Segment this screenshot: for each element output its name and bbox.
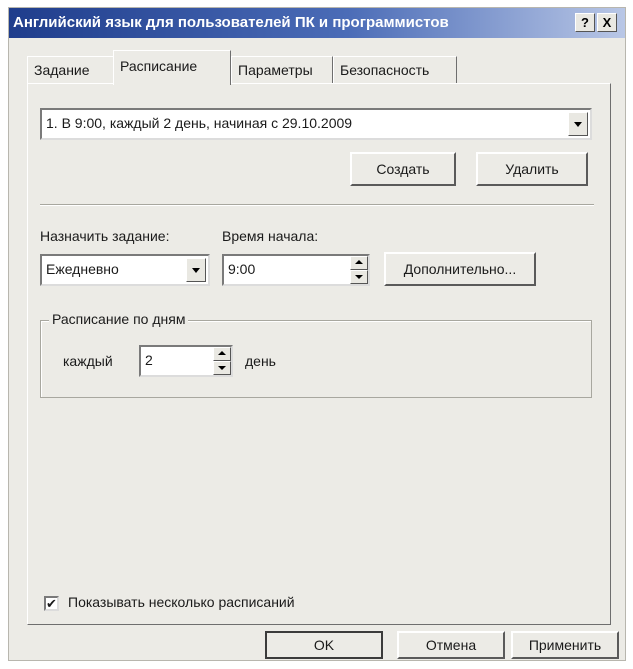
- spin-up-icon[interactable]: [350, 256, 368, 270]
- spin-up-icon[interactable]: [213, 347, 231, 361]
- spin-down-icon[interactable]: [213, 361, 231, 375]
- spin-down-icon[interactable]: [350, 270, 368, 284]
- start-time-label: Время начала:: [222, 228, 319, 244]
- day-label: день: [245, 353, 276, 369]
- tab-parameters[interactable]: Параметры: [231, 56, 333, 84]
- tab-security[interactable]: Безопасность: [333, 56, 457, 84]
- schedule-list-value: 1. В 9:00, каждый 2 день, начиная с 29.1…: [46, 115, 353, 131]
- every-label: каждый: [63, 353, 113, 369]
- multi-schedule-checkbox[interactable]: ✔: [44, 596, 59, 611]
- start-time-spinner[interactable]: 9:00: [222, 254, 370, 286]
- check-icon: ✔: [46, 596, 57, 611]
- ok-button[interactable]: OK: [265, 631, 383, 659]
- dialog-window: Английский язык для пользователей ПК и п…: [8, 7, 626, 661]
- start-time-value: 9:00: [228, 261, 256, 277]
- tab-task[interactable]: Задание: [27, 56, 115, 84]
- schedule-type-select[interactable]: Ежедневно: [40, 254, 210, 286]
- create-button[interactable]: Создать: [350, 152, 456, 186]
- every-days-spinner[interactable]: 2: [139, 345, 233, 377]
- advanced-button[interactable]: Дополнительно...: [384, 252, 536, 286]
- chevron-down-icon[interactable]: [186, 258, 206, 282]
- every-days-value: 2: [145, 352, 153, 368]
- schedule-type-value: Ежедневно: [46, 261, 119, 277]
- multi-schedule-label[interactable]: Показывать несколько расписаний: [68, 594, 295, 610]
- schedule-tab-panel: 1. В 9:00, каждый 2 день, начиная с 29.1…: [27, 83, 611, 625]
- chevron-down-icon[interactable]: [568, 112, 588, 136]
- delete-button[interactable]: Удалить: [476, 152, 588, 186]
- tab-schedule[interactable]: Расписание: [113, 50, 231, 85]
- apply-button[interactable]: Применить: [511, 631, 619, 659]
- title-bar: Английский язык для пользователей ПК и п…: [9, 8, 625, 38]
- close-button[interactable]: X: [597, 13, 617, 32]
- cancel-button[interactable]: Отмена: [397, 631, 505, 659]
- daily-schedule-legend: Расписание по дням: [49, 311, 189, 327]
- separator: [40, 204, 594, 206]
- daily-schedule-group: Расписание по дням каждый 2 день: [40, 311, 592, 398]
- assign-task-label: Назначить задание:: [40, 228, 170, 244]
- schedule-list-select[interactable]: 1. В 9:00, каждый 2 день, начиная с 29.1…: [40, 108, 592, 140]
- window-title: Английский язык для пользователей ПК и п…: [13, 14, 449, 31]
- help-button[interactable]: ?: [575, 13, 595, 32]
